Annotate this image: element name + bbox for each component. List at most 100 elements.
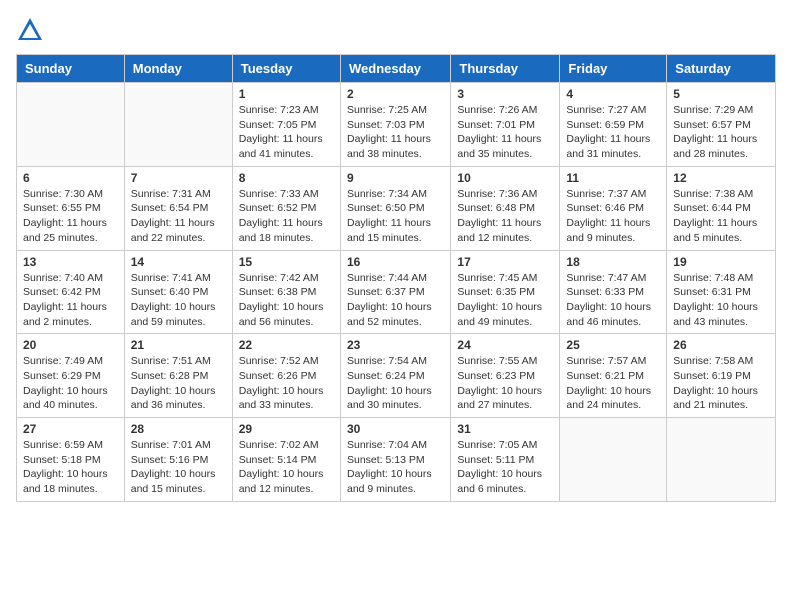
day-info: Sunrise: 7:55 AMSunset: 6:23 PMDaylight:… bbox=[457, 354, 553, 413]
day-info: Sunrise: 7:34 AMSunset: 6:50 PMDaylight:… bbox=[347, 187, 444, 246]
day-info: Sunrise: 7:47 AMSunset: 6:33 PMDaylight:… bbox=[566, 271, 660, 330]
day-number: 3 bbox=[457, 87, 553, 101]
calendar-cell: 31 Sunrise: 7:05 AMSunset: 5:11 PMDaylig… bbox=[451, 418, 560, 502]
calendar-cell: 24 Sunrise: 7:55 AMSunset: 6:23 PMDaylig… bbox=[451, 334, 560, 418]
logo bbox=[16, 16, 48, 44]
day-info: Sunrise: 7:41 AMSunset: 6:40 PMDaylight:… bbox=[131, 271, 226, 330]
calendar-cell: 22 Sunrise: 7:52 AMSunset: 6:26 PMDaylig… bbox=[232, 334, 340, 418]
calendar-cell bbox=[560, 418, 667, 502]
day-info: Sunrise: 7:25 AMSunset: 7:03 PMDaylight:… bbox=[347, 103, 444, 162]
day-number: 6 bbox=[23, 171, 118, 185]
day-info: Sunrise: 7:51 AMSunset: 6:28 PMDaylight:… bbox=[131, 354, 226, 413]
day-number: 20 bbox=[23, 338, 118, 352]
day-info: Sunrise: 7:52 AMSunset: 6:26 PMDaylight:… bbox=[239, 354, 334, 413]
day-info: Sunrise: 7:57 AMSunset: 6:21 PMDaylight:… bbox=[566, 354, 660, 413]
day-number: 14 bbox=[131, 255, 226, 269]
day-number: 7 bbox=[131, 171, 226, 185]
calendar-cell: 1 Sunrise: 7:23 AMSunset: 7:05 PMDayligh… bbox=[232, 83, 340, 167]
weekday-header-thursday: Thursday bbox=[451, 55, 560, 83]
calendar-cell: 23 Sunrise: 7:54 AMSunset: 6:24 PMDaylig… bbox=[340, 334, 450, 418]
calendar-cell: 13 Sunrise: 7:40 AMSunset: 6:42 PMDaylig… bbox=[17, 250, 125, 334]
calendar-cell: 11 Sunrise: 7:37 AMSunset: 6:46 PMDaylig… bbox=[560, 166, 667, 250]
day-info: Sunrise: 7:02 AMSunset: 5:14 PMDaylight:… bbox=[239, 438, 334, 497]
calendar-cell: 19 Sunrise: 7:48 AMSunset: 6:31 PMDaylig… bbox=[667, 250, 776, 334]
day-number: 19 bbox=[673, 255, 769, 269]
day-info: Sunrise: 7:30 AMSunset: 6:55 PMDaylight:… bbox=[23, 187, 118, 246]
calendar-cell: 29 Sunrise: 7:02 AMSunset: 5:14 PMDaylig… bbox=[232, 418, 340, 502]
calendar-cell: 20 Sunrise: 7:49 AMSunset: 6:29 PMDaylig… bbox=[17, 334, 125, 418]
day-number: 13 bbox=[23, 255, 118, 269]
calendar-table: SundayMondayTuesdayWednesdayThursdayFrid… bbox=[16, 54, 776, 502]
day-info: Sunrise: 7:01 AMSunset: 5:16 PMDaylight:… bbox=[131, 438, 226, 497]
calendar-cell bbox=[667, 418, 776, 502]
calendar-cell: 25 Sunrise: 7:57 AMSunset: 6:21 PMDaylig… bbox=[560, 334, 667, 418]
calendar-cell: 9 Sunrise: 7:34 AMSunset: 6:50 PMDayligh… bbox=[340, 166, 450, 250]
day-info: Sunrise: 7:44 AMSunset: 6:37 PMDaylight:… bbox=[347, 271, 444, 330]
day-number: 8 bbox=[239, 171, 334, 185]
day-number: 9 bbox=[347, 171, 444, 185]
calendar-week-4: 20 Sunrise: 7:49 AMSunset: 6:29 PMDaylig… bbox=[17, 334, 776, 418]
weekday-header-sunday: Sunday bbox=[17, 55, 125, 83]
calendar-week-3: 13 Sunrise: 7:40 AMSunset: 6:42 PMDaylig… bbox=[17, 250, 776, 334]
weekday-header-monday: Monday bbox=[124, 55, 232, 83]
day-number: 22 bbox=[239, 338, 334, 352]
calendar-cell: 26 Sunrise: 7:58 AMSunset: 6:19 PMDaylig… bbox=[667, 334, 776, 418]
day-info: Sunrise: 7:54 AMSunset: 6:24 PMDaylight:… bbox=[347, 354, 444, 413]
day-info: Sunrise: 6:59 AMSunset: 5:18 PMDaylight:… bbox=[23, 438, 118, 497]
day-number: 30 bbox=[347, 422, 444, 436]
day-number: 2 bbox=[347, 87, 444, 101]
calendar-cell: 15 Sunrise: 7:42 AMSunset: 6:38 PMDaylig… bbox=[232, 250, 340, 334]
calendar-cell: 5 Sunrise: 7:29 AMSunset: 6:57 PMDayligh… bbox=[667, 83, 776, 167]
day-info: Sunrise: 7:26 AMSunset: 7:01 PMDaylight:… bbox=[457, 103, 553, 162]
calendar-cell bbox=[17, 83, 125, 167]
calendar-cell: 12 Sunrise: 7:38 AMSunset: 6:44 PMDaylig… bbox=[667, 166, 776, 250]
weekday-header-wednesday: Wednesday bbox=[340, 55, 450, 83]
day-info: Sunrise: 7:40 AMSunset: 6:42 PMDaylight:… bbox=[23, 271, 118, 330]
day-number: 31 bbox=[457, 422, 553, 436]
day-info: Sunrise: 7:05 AMSunset: 5:11 PMDaylight:… bbox=[457, 438, 553, 497]
day-info: Sunrise: 7:45 AMSunset: 6:35 PMDaylight:… bbox=[457, 271, 553, 330]
day-number: 27 bbox=[23, 422, 118, 436]
calendar-cell: 14 Sunrise: 7:41 AMSunset: 6:40 PMDaylig… bbox=[124, 250, 232, 334]
day-number: 10 bbox=[457, 171, 553, 185]
calendar-cell: 18 Sunrise: 7:47 AMSunset: 6:33 PMDaylig… bbox=[560, 250, 667, 334]
calendar-week-5: 27 Sunrise: 6:59 AMSunset: 5:18 PMDaylig… bbox=[17, 418, 776, 502]
day-info: Sunrise: 7:23 AMSunset: 7:05 PMDaylight:… bbox=[239, 103, 334, 162]
day-number: 29 bbox=[239, 422, 334, 436]
calendar-cell: 8 Sunrise: 7:33 AMSunset: 6:52 PMDayligh… bbox=[232, 166, 340, 250]
calendar-cell: 3 Sunrise: 7:26 AMSunset: 7:01 PMDayligh… bbox=[451, 83, 560, 167]
day-number: 11 bbox=[566, 171, 660, 185]
calendar-cell: 6 Sunrise: 7:30 AMSunset: 6:55 PMDayligh… bbox=[17, 166, 125, 250]
weekday-header-saturday: Saturday bbox=[667, 55, 776, 83]
day-number: 21 bbox=[131, 338, 226, 352]
calendar-week-2: 6 Sunrise: 7:30 AMSunset: 6:55 PMDayligh… bbox=[17, 166, 776, 250]
calendar-cell: 27 Sunrise: 6:59 AMSunset: 5:18 PMDaylig… bbox=[17, 418, 125, 502]
day-number: 12 bbox=[673, 171, 769, 185]
day-info: Sunrise: 7:38 AMSunset: 6:44 PMDaylight:… bbox=[673, 187, 769, 246]
day-info: Sunrise: 7:04 AMSunset: 5:13 PMDaylight:… bbox=[347, 438, 444, 497]
weekday-header-tuesday: Tuesday bbox=[232, 55, 340, 83]
day-info: Sunrise: 7:27 AMSunset: 6:59 PMDaylight:… bbox=[566, 103, 660, 162]
day-info: Sunrise: 7:36 AMSunset: 6:48 PMDaylight:… bbox=[457, 187, 553, 246]
day-number: 1 bbox=[239, 87, 334, 101]
day-number: 23 bbox=[347, 338, 444, 352]
day-number: 26 bbox=[673, 338, 769, 352]
day-info: Sunrise: 7:49 AMSunset: 6:29 PMDaylight:… bbox=[23, 354, 118, 413]
page-header bbox=[16, 16, 776, 44]
calendar-cell: 16 Sunrise: 7:44 AMSunset: 6:37 PMDaylig… bbox=[340, 250, 450, 334]
day-info: Sunrise: 7:37 AMSunset: 6:46 PMDaylight:… bbox=[566, 187, 660, 246]
calendar-cell: 7 Sunrise: 7:31 AMSunset: 6:54 PMDayligh… bbox=[124, 166, 232, 250]
day-number: 25 bbox=[566, 338, 660, 352]
calendar-week-1: 1 Sunrise: 7:23 AMSunset: 7:05 PMDayligh… bbox=[17, 83, 776, 167]
calendar-cell: 2 Sunrise: 7:25 AMSunset: 7:03 PMDayligh… bbox=[340, 83, 450, 167]
day-info: Sunrise: 7:42 AMSunset: 6:38 PMDaylight:… bbox=[239, 271, 334, 330]
calendar-cell: 28 Sunrise: 7:01 AMSunset: 5:16 PMDaylig… bbox=[124, 418, 232, 502]
day-number: 17 bbox=[457, 255, 553, 269]
calendar-header-row: SundayMondayTuesdayWednesdayThursdayFrid… bbox=[17, 55, 776, 83]
day-number: 4 bbox=[566, 87, 660, 101]
day-info: Sunrise: 7:58 AMSunset: 6:19 PMDaylight:… bbox=[673, 354, 769, 413]
calendar-cell: 21 Sunrise: 7:51 AMSunset: 6:28 PMDaylig… bbox=[124, 334, 232, 418]
weekday-header-friday: Friday bbox=[560, 55, 667, 83]
day-number: 15 bbox=[239, 255, 334, 269]
calendar-cell: 10 Sunrise: 7:36 AMSunset: 6:48 PMDaylig… bbox=[451, 166, 560, 250]
